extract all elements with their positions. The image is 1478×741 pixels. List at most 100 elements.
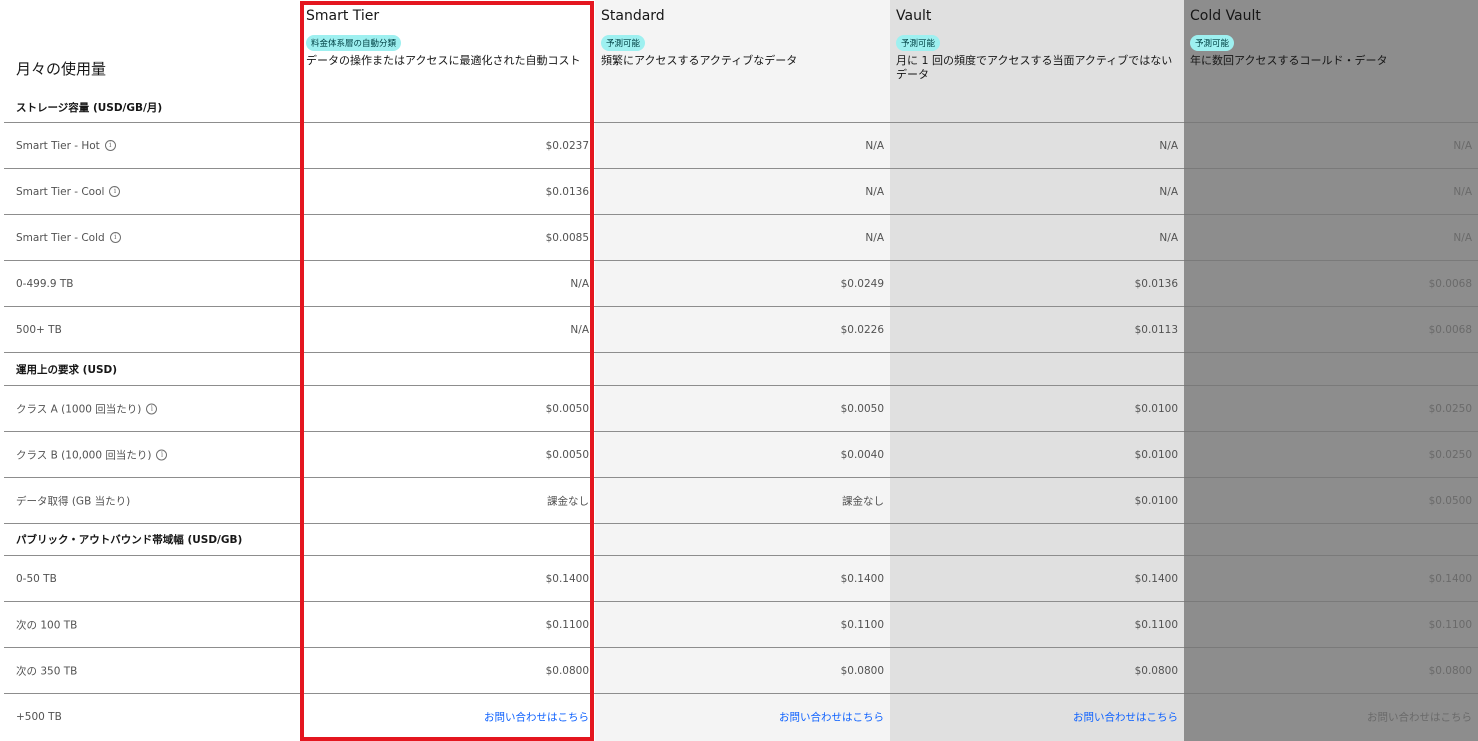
price-value: $0.0068: [1428, 277, 1472, 290]
section-title: パブリック・アウトバウンド帯域幅 (USD/GB): [16, 534, 243, 546]
price-cell: N/A: [1184, 122, 1478, 168]
row-label-text: データ取得 (GB 当たり): [16, 495, 131, 507]
row-label-cell: Smart Tier - Cold i: [4, 214, 300, 260]
price-cell: お問い合わせはこちら: [890, 693, 1184, 739]
price-value: $0.0085: [545, 231, 589, 244]
pricing-badge: 料金体系層の自動分類: [306, 35, 402, 51]
monthly-usage-title: 月々の使用量: [16, 60, 107, 78]
row-label: Smart Tier - Cool i: [16, 185, 121, 198]
price-cell: $0.0237: [300, 122, 595, 168]
row-label-cell: 0-50 TB: [4, 555, 300, 601]
section-row-cell: [890, 352, 1184, 385]
section-row-cell: [595, 352, 890, 385]
price-value: $0.0113: [1134, 323, 1178, 336]
section-row-cell: [595, 523, 890, 555]
price-value: N/A: [865, 231, 884, 244]
price-value: $0.1400: [1134, 572, 1178, 585]
price-value: $0.0136: [545, 185, 589, 198]
info-icon[interactable]: i: [146, 403, 158, 414]
price-value: $0.0100: [1134, 402, 1178, 415]
row-label: 0-499.9 TB: [16, 278, 73, 290]
row-label: クラス B (10,000 回当たり) i: [16, 447, 168, 462]
row-label-text: 次の 350 TB: [16, 665, 78, 677]
section-row-cell: [300, 523, 595, 555]
section-row-cell: [1184, 352, 1478, 385]
price-value: N/A: [570, 323, 589, 336]
row-label-cell: Smart Tier - Cool i: [4, 168, 300, 214]
row-label: +500 TB: [16, 711, 62, 723]
contact-link[interactable]: お問い合わせはこちら: [1073, 709, 1178, 724]
column-title: Vault: [896, 8, 932, 24]
price-cell: $0.1400: [300, 555, 595, 601]
price-cell: $0.0068: [1184, 306, 1478, 352]
price-value: $0.0100: [1134, 494, 1178, 507]
price-value: $0.0136: [1134, 277, 1178, 290]
price-cell: $0.0249: [595, 260, 890, 306]
price-value: $0.0500: [1428, 494, 1472, 507]
price-value: $0.0050: [545, 402, 589, 415]
price-value: $0.0800: [1428, 664, 1472, 677]
pricing-badge: 予測可能: [601, 35, 646, 51]
price-value: $0.0050: [840, 402, 884, 415]
price-cell: $0.1400: [595, 555, 890, 601]
price-value: $0.0249: [840, 277, 884, 290]
price-cell: $0.1100: [890, 601, 1184, 647]
price-value: $0.0050: [545, 448, 589, 461]
pricing-badge: 予測可能: [1190, 35, 1235, 51]
price-cell: N/A: [890, 168, 1184, 214]
row-label-cell: クラス B (10,000 回当たり) i: [4, 431, 300, 477]
price-value: N/A: [1159, 139, 1178, 152]
price-cell: $0.1100: [1184, 601, 1478, 647]
price-value: 課金なし: [842, 495, 884, 507]
price-value: $0.1400: [840, 572, 884, 585]
column-description: 頻繁にアクセスするアクティブなデータ: [601, 54, 798, 67]
price-value: $0.1100: [545, 618, 589, 631]
row-label: クラス A (1000 回当たり) i: [16, 401, 158, 416]
price-cell: $0.0250: [1184, 431, 1478, 477]
price-cell: $0.0800: [1184, 647, 1478, 693]
info-icon[interactable]: i: [104, 140, 116, 151]
row-label-cell: データ取得 (GB 当たり): [4, 477, 300, 523]
price-cell: $0.1100: [595, 601, 890, 647]
column-description: データの操作またはアクセスに最適化された自動コスト: [306, 54, 581, 67]
price-value: $0.1400: [1428, 572, 1472, 585]
section-row-cell: [300, 352, 595, 385]
price-value: $0.0100: [1134, 448, 1178, 461]
row-label-text: 500+ TB: [16, 323, 62, 336]
row-label-cell: +500 TB: [4, 693, 300, 739]
pricing-table: 月々の使用量 ストレージ容量 (USD/GB/月) Smart Tier 料金体…: [0, 0, 1478, 741]
row-label-cell: Smart Tier - Hot i: [4, 122, 300, 168]
row-label: 0-50 TB: [16, 573, 57, 585]
price-cell: $0.0100: [890, 477, 1184, 523]
price-cell: $0.0068: [1184, 260, 1478, 306]
info-icon[interactable]: i: [109, 232, 121, 243]
price-value: $0.0250: [1428, 402, 1472, 415]
price-cell: $0.0250: [1184, 385, 1478, 431]
column-title: Standard: [601, 8, 665, 24]
info-icon[interactable]: i: [109, 186, 121, 197]
price-cell: お問い合わせはこちら: [1184, 693, 1478, 739]
row-label-text: クラス B (10,000 回当たり): [16, 449, 152, 461]
price-cell: $0.0050: [300, 385, 595, 431]
price-cell: お問い合わせはこちら: [300, 693, 595, 739]
row-label-cell: 0-499.9 TB: [4, 260, 300, 306]
row-label-text: Smart Tier - Cool: [16, 185, 105, 198]
price-cell: $0.0800: [595, 647, 890, 693]
price-cell: $0.0800: [300, 647, 595, 693]
section-row-cell: 運用上の要求 (USD): [4, 352, 300, 385]
row-label-text: Smart Tier - Hot: [16, 139, 100, 152]
column-description: 年に数回アクセスするコールド・データ: [1190, 54, 1388, 67]
price-value: $0.1400: [545, 572, 589, 585]
price-cell: $0.1400: [1184, 555, 1478, 601]
info-icon[interactable]: i: [156, 449, 168, 460]
price-cell: N/A: [595, 122, 890, 168]
price-value: N/A: [570, 277, 589, 290]
price-cell: $0.1100: [300, 601, 595, 647]
header-row-label-cell: 月々の使用量 ストレージ容量 (USD/GB/月): [0, 0, 300, 122]
contact-link[interactable]: お問い合わせはこちら: [1367, 709, 1472, 724]
contact-link[interactable]: お問い合わせはこちら: [484, 709, 589, 724]
column-header-standard: Standard 予測可能 頻繁にアクセスするアクティブなデータ: [595, 0, 890, 122]
contact-link[interactable]: お問い合わせはこちら: [779, 709, 884, 724]
price-value: N/A: [1453, 139, 1472, 152]
price-cell: N/A: [595, 214, 890, 260]
